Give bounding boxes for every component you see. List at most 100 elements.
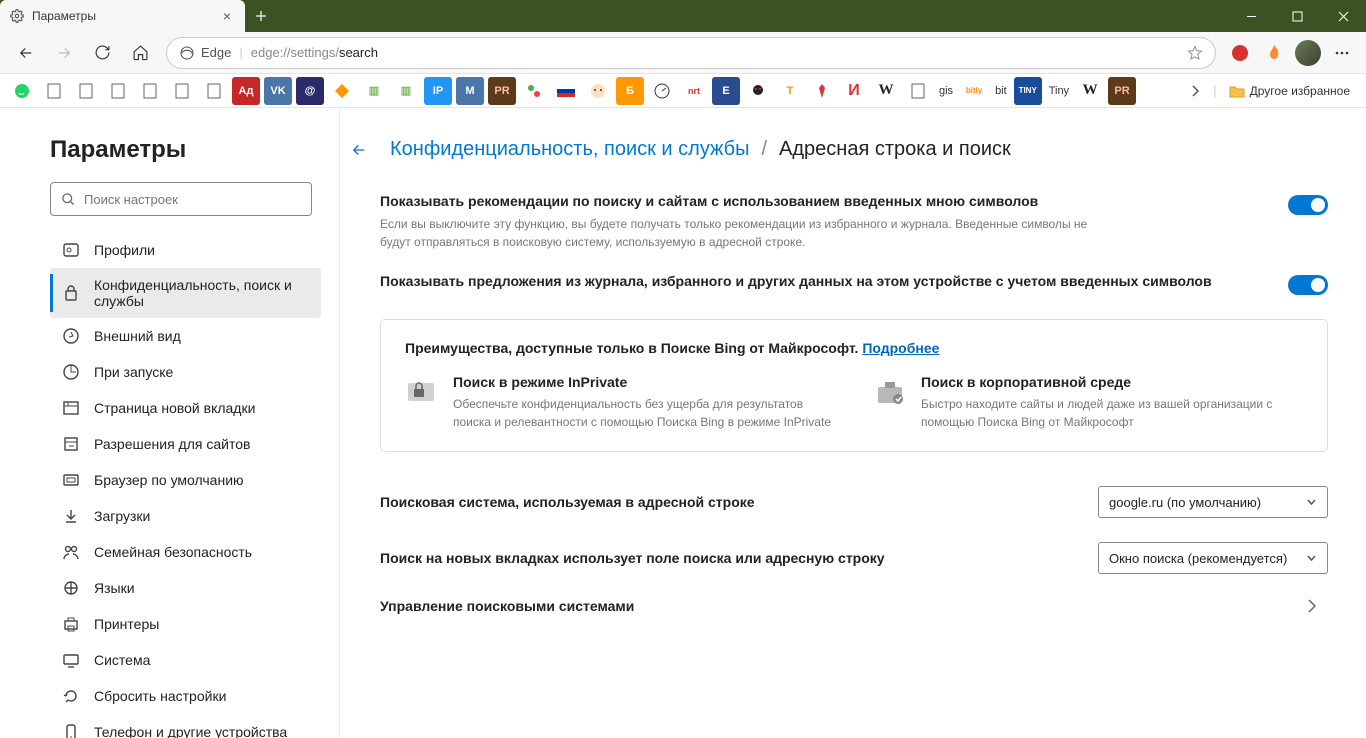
bookmark-item[interactable]: gis bbox=[936, 85, 956, 97]
tab-close-button[interactable]: × bbox=[219, 8, 235, 24]
bookmark-item[interactable] bbox=[648, 77, 676, 105]
sidebar-item[interactable]: Принтеры bbox=[50, 606, 321, 642]
bookmark-item[interactable]: M bbox=[456, 77, 484, 105]
sidebar-item[interactable]: Разрешения для сайтов bbox=[50, 426, 321, 462]
new-tab-button[interactable] bbox=[245, 0, 277, 32]
dropdown-value: google.ru (по умолчанию) bbox=[1109, 495, 1261, 510]
ext2-button[interactable] bbox=[1258, 37, 1290, 69]
browser-tab[interactable]: Параметры × bbox=[0, 0, 245, 32]
sidebar-item[interactable]: Внешний вид bbox=[50, 318, 321, 354]
other-favorites-button[interactable]: Другое избранное bbox=[1221, 84, 1358, 98]
arrow-left-icon bbox=[17, 44, 35, 62]
bookmark-item[interactable]: W bbox=[872, 77, 900, 105]
setting-desc: Если вы выключите эту функцию, вы будете… bbox=[380, 215, 1120, 251]
bookmark-item[interactable]: VK bbox=[264, 77, 292, 105]
bookmark-item[interactable]: PR bbox=[488, 77, 516, 105]
bookmark-item[interactable]: PR bbox=[1108, 77, 1136, 105]
menu-button[interactable] bbox=[1326, 37, 1358, 69]
home-button[interactable] bbox=[122, 35, 158, 71]
bookmark-item[interactable]: bitly bbox=[960, 77, 988, 105]
bookmark-item[interactable] bbox=[168, 77, 196, 105]
refresh-button[interactable] bbox=[84, 35, 120, 71]
bookmark-item[interactable] bbox=[136, 77, 164, 105]
bookmark-item[interactable]: nrt bbox=[680, 77, 708, 105]
sidebar-item[interactable]: Телефон и другие устройства bbox=[50, 714, 321, 738]
plus-icon bbox=[255, 10, 267, 22]
bookmark-item[interactable]: Ад bbox=[232, 77, 260, 105]
bookmark-item[interactable]: Б bbox=[616, 77, 644, 105]
page-icon bbox=[79, 83, 93, 99]
bookmark-item[interactable] bbox=[904, 77, 932, 105]
sidebar-item[interactable]: Браузер по умолчанию bbox=[50, 462, 321, 498]
maximize-icon bbox=[1292, 11, 1303, 22]
sidebar-item-icon bbox=[62, 615, 80, 633]
bookmark-item[interactable]: W bbox=[1076, 77, 1104, 105]
bookmark-overflow-button[interactable] bbox=[1181, 77, 1209, 105]
sidebar-item[interactable]: Загрузки bbox=[50, 498, 321, 534]
promo-learn-more-link[interactable]: Подробнее bbox=[862, 340, 939, 356]
bookmark-item[interactable]: E bbox=[712, 77, 740, 105]
close-window-button[interactable] bbox=[1320, 0, 1366, 32]
dropdown-search-engine[interactable]: google.ru (по умолчанию) bbox=[1098, 486, 1328, 518]
bookmark-item[interactable] bbox=[104, 77, 132, 105]
page-icon bbox=[911, 83, 925, 99]
bookmark-item[interactable]: И bbox=[840, 77, 868, 105]
back-button[interactable] bbox=[8, 35, 44, 71]
promo-desc: Быстро находите сайты и людей даже из ва… bbox=[921, 395, 1303, 431]
address-separator: | bbox=[239, 45, 242, 60]
bookmark-item[interactable]: TINY bbox=[1014, 77, 1042, 105]
setting-suggestions: Показывать рекомендации по поиску и сайт… bbox=[348, 189, 1336, 269]
sidebar-item[interactable]: Языки bbox=[50, 570, 321, 606]
dropdown-new-tab-search[interactable]: Окно поиска (рекомендуется) bbox=[1098, 542, 1328, 574]
bookmark-item[interactable]: @ bbox=[296, 77, 324, 105]
sidebar-item[interactable]: Система bbox=[50, 642, 321, 678]
favorite-star-icon[interactable] bbox=[1187, 45, 1203, 61]
flame-icon bbox=[1265, 44, 1283, 62]
settings-search-input[interactable] bbox=[84, 192, 301, 207]
sidebar-item[interactable]: Конфиденциальность, поиск и службы bbox=[50, 268, 321, 318]
settings-sidebar: Параметры ПрофилиКонфиденциальность, пои… bbox=[0, 108, 340, 738]
bookmark-item[interactable]: Tiny bbox=[1046, 85, 1072, 97]
bookmark-item[interactable] bbox=[520, 77, 548, 105]
bookmark-item[interactable] bbox=[808, 77, 836, 105]
bookmark-item[interactable] bbox=[744, 77, 772, 105]
sidebar-item[interactable]: Сбросить настройки bbox=[50, 678, 321, 714]
breadcrumb-link[interactable]: Конфиденциальность, поиск и службы bbox=[390, 138, 749, 161]
profile-button[interactable] bbox=[1292, 37, 1324, 69]
chevron-right-icon bbox=[1308, 599, 1328, 613]
sidebar-item[interactable]: Семейная безопасность bbox=[50, 534, 321, 570]
bookmark-item[interactable] bbox=[40, 77, 68, 105]
bookmark-item[interactable] bbox=[584, 77, 612, 105]
bookmark-item[interactable]: T bbox=[776, 77, 804, 105]
bookmark-item[interactable]: ▥ bbox=[360, 77, 388, 105]
sidebar-item-label: При запуске bbox=[94, 364, 173, 380]
bookmark-item[interactable] bbox=[8, 77, 36, 105]
sidebar-item[interactable]: Страница новой вкладки bbox=[50, 390, 321, 426]
bookmark-item[interactable]: bit bbox=[992, 85, 1010, 97]
bookmark-item[interactable] bbox=[200, 77, 228, 105]
bookmark-item[interactable] bbox=[72, 77, 100, 105]
gear-icon bbox=[10, 9, 24, 23]
toggle-suggestions[interactable] bbox=[1288, 195, 1328, 215]
toggle-history-suggestions[interactable] bbox=[1288, 275, 1328, 295]
sidebar-item-icon bbox=[62, 579, 80, 597]
bookmark-item[interactable]: IP bbox=[424, 77, 452, 105]
search-icon bbox=[61, 192, 76, 207]
sidebar-item[interactable]: При запуске bbox=[50, 354, 321, 390]
settings-search[interactable] bbox=[50, 182, 312, 216]
sidebar-item-icon bbox=[62, 687, 80, 705]
ext1-button[interactable] bbox=[1224, 37, 1256, 69]
bookmark-item[interactable] bbox=[552, 77, 580, 105]
row-manage-search-engines[interactable]: Управление поисковыми системами bbox=[348, 586, 1336, 626]
settings-main: Конфиденциальность, поиск и службы / Адр… bbox=[340, 108, 1366, 738]
promo-heading: Преимущества, доступные только в Поиске … bbox=[405, 340, 1303, 356]
minimize-button[interactable] bbox=[1228, 0, 1274, 32]
breadcrumb-back-button[interactable] bbox=[350, 141, 378, 159]
bookmark-item[interactable]: ▥ bbox=[392, 77, 420, 105]
sidebar-item[interactable]: Профили bbox=[50, 232, 321, 268]
maximize-button[interactable] bbox=[1274, 0, 1320, 32]
edge-icon bbox=[179, 45, 195, 61]
bookmark-item[interactable] bbox=[328, 77, 356, 105]
forward-button[interactable] bbox=[46, 35, 82, 71]
address-bar[interactable]: Edge | edge://settings/search bbox=[166, 37, 1216, 69]
